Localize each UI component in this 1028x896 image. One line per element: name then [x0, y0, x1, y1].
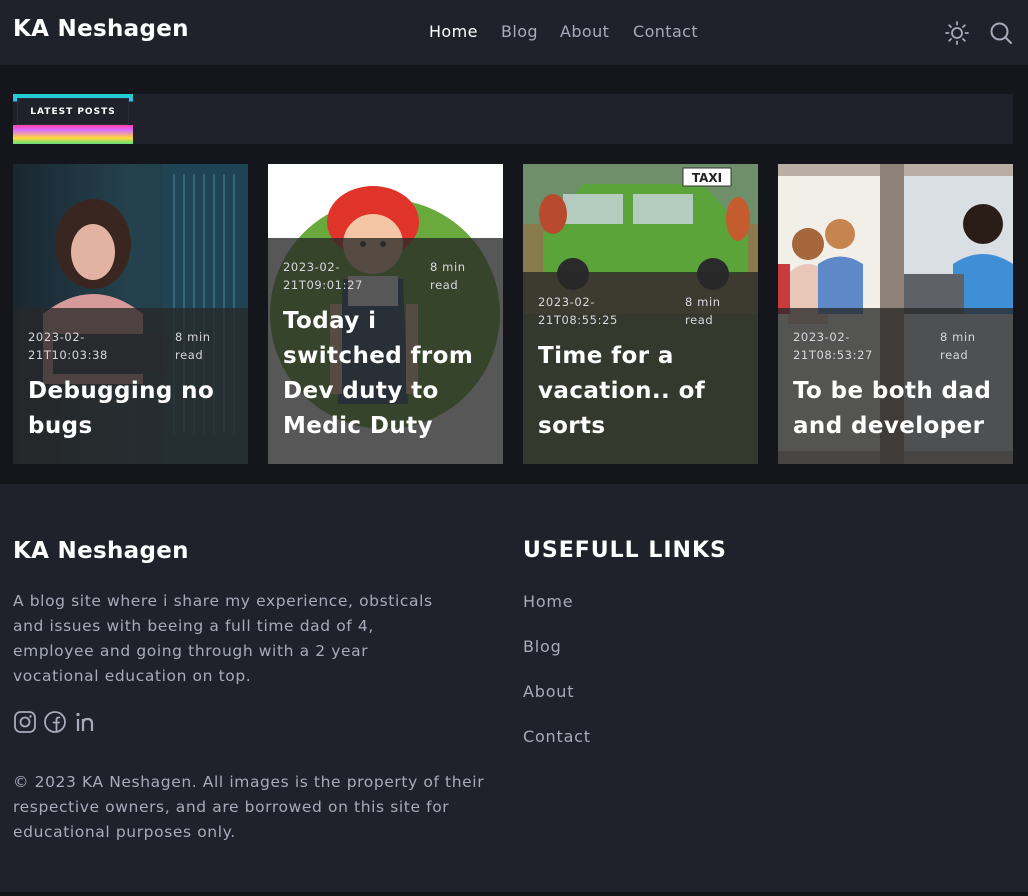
- post-read-time: 8 min read: [430, 260, 466, 292]
- footer-brand: KA Neshagen: [13, 538, 189, 564]
- latest-posts-bar: LATEST POSTS: [13, 94, 1013, 144]
- footer-description: A blog site where i share my experience,…: [13, 592, 433, 685]
- post-card-2[interactable]: 2023-02-21T09:01:27 8 min read Today i s…: [268, 164, 503, 464]
- post-date: 2023-02-21T09:01:27: [283, 260, 363, 292]
- footer-link-about[interactable]: About: [523, 682, 574, 701]
- post-date: 2023-02-21T08:55:25: [538, 295, 618, 327]
- instagram-icon[interactable]: [13, 710, 37, 734]
- main-nav: Home Blog About Contact: [0, 22, 1028, 44]
- page-bottom-border: [0, 892, 1028, 896]
- post-title[interactable]: Debugging no bugs: [28, 374, 238, 444]
- post-title[interactable]: Today i switched from Dev duty to Medic …: [283, 304, 493, 444]
- nav-contact[interactable]: Contact: [633, 22, 698, 41]
- site-header: KA Neshagen Home Blog About Contact: [0, 0, 1028, 65]
- footer-link-home[interactable]: Home: [523, 592, 573, 611]
- search-icon[interactable]: [988, 20, 1014, 46]
- post-date: 2023-02-21T10:03:38: [28, 330, 108, 362]
- post-read-time: 8 min read: [175, 330, 211, 362]
- post-date: 2023-02-21T08:53:27: [793, 330, 873, 362]
- footer-link-contact[interactable]: Contact: [523, 727, 591, 746]
- linkedin-icon[interactable]: [74, 710, 98, 734]
- nav-about[interactable]: About: [560, 22, 609, 41]
- facebook-icon[interactable]: [43, 710, 67, 734]
- latest-posts-badge: LATEST POSTS: [17, 98, 129, 125]
- post-card-3[interactable]: TAXI 2023-02-21T08:55:25 8 min read Time…: [523, 164, 758, 464]
- nav-blog[interactable]: Blog: [501, 22, 538, 41]
- footer-link-blog[interactable]: Blog: [523, 637, 562, 656]
- site-footer: KA Neshagen A blog site where i share my…: [0, 484, 1028, 892]
- post-read-time: 8 min read: [940, 330, 976, 362]
- nav-home[interactable]: Home: [429, 22, 478, 41]
- post-card-1[interactable]: 2023-02-21T10:03:38 8 min read Debugging…: [13, 164, 248, 464]
- latest-posts-badge-frame: LATEST POSTS: [13, 94, 133, 144]
- post-card-4[interactable]: 2023-02-21T08:53:27 8 min read To be bot…: [778, 164, 1013, 464]
- sun-icon[interactable]: [944, 20, 970, 46]
- post-title[interactable]: To be both dad and developer: [793, 374, 1003, 444]
- post-read-time: 8 min read: [685, 295, 721, 327]
- footer-links-title: USEFULL LINKS: [523, 538, 727, 563]
- post-title[interactable]: Time for a vacation.. of sorts: [538, 339, 748, 444]
- footer-copyright: © 2023 KA Neshagen. All images is the pr…: [13, 773, 485, 841]
- svg-text:TAXI: TAXI: [692, 171, 722, 185]
